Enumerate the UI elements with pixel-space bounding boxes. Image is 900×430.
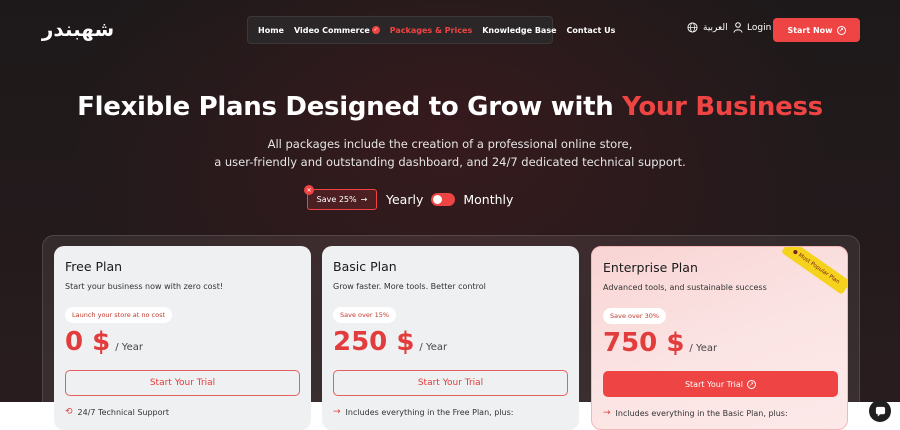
language-switch[interactable]: العربية — [687, 22, 728, 33]
brand-logo[interactable]: شهبندر — [41, 14, 115, 44]
arrow-right-icon: → — [333, 407, 341, 417]
most-popular-badge: ● Most Popular Plan — [781, 247, 847, 295]
plan-feature: → Includes everything in the Basic Plan,… — [603, 408, 788, 418]
arrow-up-right-icon: ↗ — [747, 379, 757, 389]
subtitle-line-2: a user-friendly and outstanding dashboar… — [214, 155, 686, 169]
login-label: Login — [747, 22, 772, 33]
switch-knob — [433, 195, 443, 204]
plan-tag: Save over 15% — [333, 307, 397, 323]
title-main: Flexible Plans Designed to Grow with — [77, 92, 623, 122]
plan-title: Free Plan — [65, 259, 123, 274]
plan-card-free: Free Plan Start your business now with z… — [54, 246, 311, 430]
nav-home-label: Home — [258, 25, 284, 35]
start-trial-button[interactable]: Start Your Trial — [65, 370, 300, 396]
plan-description: Start your business now with zero cost! — [65, 282, 224, 291]
plan-description: Advanced tools, and sustainable success — [603, 283, 767, 292]
billing-toggle-row: ✕ Save 25% → Yearly Monthly — [304, 185, 513, 210]
nav-contact-label: Contact Us — [566, 25, 616, 35]
plan-feature: ⟲ 24/7 Technical Support — [65, 407, 169, 417]
feature-label: 24/7 Technical Support — [77, 407, 169, 417]
save-badge: ✕ Save 25% → — [304, 185, 377, 210]
user-icon — [733, 22, 743, 33]
price-unit: / Year — [689, 343, 718, 354]
plan-card-basic: Basic Plan Grow faster. More tools. Bett… — [322, 246, 579, 430]
plan-card-enterprise: ● Most Popular Plan Enterprise Plan Adva… — [591, 246, 848, 430]
start-trial-label: Start Your Trial — [684, 379, 744, 389]
price-unit: / Year — [419, 342, 448, 353]
feature-label: Includes everything in the Free Plan, pl… — [345, 407, 514, 417]
arrow-right-icon: → — [603, 408, 611, 418]
arrow-up-right-icon: ↗ — [836, 25, 846, 35]
language-label: العربية — [703, 22, 728, 33]
plan-description: Grow faster. More tools. Better control — [333, 282, 486, 291]
globe-icon — [687, 22, 698, 33]
page-title: Flexible Plans Designed to Grow with You… — [0, 92, 900, 122]
price-unit: / Year — [115, 342, 143, 353]
nav-contact-us[interactable]: Contact Us — [562, 26, 621, 35]
feature-label: Includes everything in the Basic Plan, p… — [615, 408, 788, 418]
page-subtitle: All packages include the creation of a p… — [0, 135, 900, 171]
start-now-button[interactable]: Start Now ↗ — [773, 18, 860, 42]
nav-video-commerce[interactable]: Video Commerce ✓ — [289, 26, 385, 35]
main-nav: Home Video Commerce ✓ Packages & Prices … — [247, 16, 615, 44]
price-amount: 250 $ — [333, 327, 415, 357]
chat-widget-button[interactable] — [869, 400, 891, 422]
nav-packages-prices[interactable]: Packages & Prices — [385, 26, 477, 35]
nav-video-commerce-label: Video Commerce — [293, 25, 370, 35]
plan-title: Basic Plan — [333, 259, 397, 274]
monthly-label[interactable]: Monthly — [463, 192, 513, 207]
start-trial-label: Start Your Trial — [417, 378, 484, 388]
plan-price: 250 $ / Year — [333, 327, 447, 357]
nav-home[interactable]: Home — [253, 26, 289, 35]
plan-title: Enterprise Plan — [603, 260, 698, 275]
support-icon: ⟲ — [65, 407, 73, 417]
most-popular-label: Most Popular Plan — [797, 252, 841, 286]
nav-packages-label: Packages & Prices — [389, 25, 473, 35]
plan-tag: Save over 30% — [603, 308, 667, 324]
nav-knowledge-base[interactable]: Knowledge Base — [477, 26, 561, 35]
yearly-label[interactable]: Yearly — [386, 192, 423, 207]
logo-text: شهبندر — [41, 17, 115, 41]
price-amount: 750 $ — [603, 328, 685, 358]
start-trial-button[interactable]: Start Your Trial — [333, 370, 568, 396]
plan-price: 750 $ / Year — [603, 328, 717, 358]
start-trial-label: Start Your Trial — [149, 378, 216, 388]
save-label: Save 25% — [316, 195, 357, 204]
start-trial-button[interactable]: Start Your Trial ↗ — [603, 371, 838, 397]
login-link[interactable]: Login — [733, 22, 771, 33]
new-badge-icon: ✓ — [371, 26, 380, 34]
chat-icon — [875, 406, 885, 417]
plan-feature: → Includes everything in the Free Plan, … — [333, 407, 513, 417]
nav-knowledge-label: Knowledge Base — [482, 25, 557, 35]
title-accent: Your Business — [622, 92, 823, 122]
start-now-label: Start Now — [787, 25, 833, 35]
close-icon: ✕ — [304, 185, 314, 195]
subtitle-line-1: All packages include the creation of a p… — [267, 137, 633, 151]
arrow-right-icon: → — [360, 195, 368, 204]
price-amount: 0 $ — [65, 327, 111, 357]
billing-period-switch[interactable] — [431, 193, 456, 206]
plan-tag: Launch your store at no cost — [65, 307, 173, 323]
plan-price: 0 $ / Year — [65, 327, 143, 357]
